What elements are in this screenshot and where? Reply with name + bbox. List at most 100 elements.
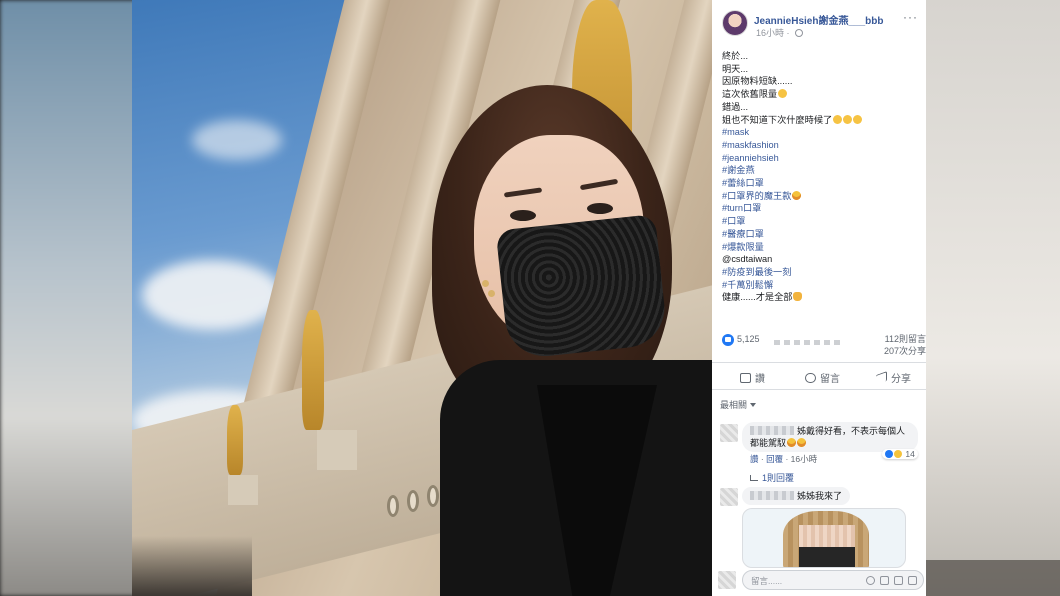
post-line-text: #jeanniehsieh <box>722 152 779 163</box>
camera-icon[interactable] <box>880 576 889 585</box>
hashtag-link[interactable]: #千萬別鬆懈 <box>722 279 922 292</box>
caret-down-icon <box>750 403 757 407</box>
post-header: JeannieHsieh謝金燕___bbb 16小時 · ··· <box>712 0 926 44</box>
comment-input[interactable]: 留言...... <box>742 570 924 590</box>
view-replies-label: 1則回覆 <box>762 473 795 483</box>
photo-statue <box>302 310 324 430</box>
comment-sort-dropdown[interactable]: 最相關 <box>720 398 757 411</box>
post-body: 終於... 明天... 因原物料短缺...... 這次依舊限量 錯過... 姐也不知道下次… <box>722 50 922 304</box>
comment-icon <box>805 373 816 383</box>
haha-reaction-icon <box>894 450 902 458</box>
commenter-name-blurred[interactable] <box>750 491 794 500</box>
comment-reactions[interactable]: 14 <box>882 449 918 459</box>
hashtag-link[interactable]: #turn口罩 <box>722 202 922 215</box>
comment-meta: 讚 · 回覆 · 16小時 <box>750 454 818 464</box>
post-line-text: #口罩界的魔王款 <box>722 190 792 201</box>
comment-button-label: 留言 <box>820 374 840 385</box>
comment-text-line1: 姊姊我來了 <box>797 491 843 501</box>
photo-wall-ornament <box>407 490 419 512</box>
monkey-emoji-icon <box>843 114 853 124</box>
comment-button[interactable]: 留言 <box>805 370 840 385</box>
post-text-line: 終於... <box>722 50 922 63</box>
sticker-icon[interactable] <box>908 576 917 585</box>
comment-sort-label: 最相關 <box>720 400 748 410</box>
comment-text-line1: 姊戴得好看，不表示每個人 <box>797 426 906 436</box>
hashtag-link[interactable]: #口罩界的魔王款 <box>722 190 922 203</box>
comment-like-link[interactable]: 讚 <box>750 454 759 464</box>
globe-icon <box>795 29 804 37</box>
post-text-line: 這次依舊限量 <box>722 88 922 101</box>
photo-cloud <box>192 120 282 160</box>
post-line-text: 明天... <box>722 63 749 74</box>
post-line-text: #謝金燕 <box>722 165 755 176</box>
hashtag-link[interactable]: #jeanniehsieh <box>722 152 922 165</box>
comment-photo[interactable] <box>742 508 906 568</box>
post-line-text: #防疫到最後一刻 <box>722 266 792 277</box>
commenter-avatar[interactable] <box>720 488 738 506</box>
author-avatar[interactable] <box>722 10 748 36</box>
person-earring <box>482 280 489 287</box>
emoji-icon[interactable] <box>866 576 875 585</box>
comment-bubble: 姊戴得好看，不表示每個人 都能駕馭 <box>742 422 918 452</box>
post-line-text: #mask <box>722 127 750 138</box>
photo-statue <box>227 405 243 475</box>
photo-pedestal <box>317 430 357 470</box>
blurred-background-right <box>925 0 1060 596</box>
post-text-line: 明天... <box>722 63 922 76</box>
share-button-label: 分享 <box>891 374 911 385</box>
like-reaction-icon <box>722 334 734 346</box>
comment-photo-mask <box>799 547 855 567</box>
like-button-label: 讚 <box>755 374 765 385</box>
blurred-names <box>774 340 844 345</box>
hashtag-link[interactable]: #謝金燕 <box>722 164 922 177</box>
more-options-icon[interactable]: ··· <box>903 10 918 24</box>
share-button[interactable]: 分享 <box>876 370 911 386</box>
like-count[interactable]: 5,125 <box>737 334 760 344</box>
post-line-text: #turn口罩 <box>722 203 762 214</box>
person-eye <box>510 210 536 221</box>
share-count[interactable]: 207次分享 <box>884 344 926 357</box>
post-line-text: 姐也不知道下次什麼時候了 <box>722 114 833 125</box>
hashtag-link[interactable]: #maskfashion <box>722 139 922 152</box>
gif-icon[interactable] <box>894 576 903 585</box>
comment-reply-link[interactable]: 回覆 <box>766 454 783 464</box>
viewer-avatar <box>718 571 736 589</box>
post-line-text: 終於... <box>722 51 749 61</box>
author-name[interactable]: JeannieHsieh謝金燕___bbb <box>754 12 883 27</box>
person-eye <box>587 203 613 214</box>
monkey-emoji-icon <box>778 89 788 99</box>
lace-mask <box>495 213 669 361</box>
post-line-text: #maskfashion <box>722 139 779 150</box>
post-line-text: #爆款限量 <box>722 241 764 252</box>
post-text-line: @csdtaiwan <box>722 253 922 266</box>
hashtag-link[interactable]: #爆款限量 <box>722 241 922 254</box>
view-replies-link[interactable]: 1則回覆 <box>750 471 794 484</box>
hashtag-link[interactable]: #口罩 <box>722 215 922 228</box>
hashtag-link[interactable]: #mask <box>722 126 922 139</box>
post-line-text: #醫療口罩 <box>722 228 764 239</box>
post-photo[interactable] <box>132 0 712 596</box>
post-line-text: #千萬別鬆懈 <box>722 279 774 290</box>
photo-pedestal <box>228 475 258 505</box>
post-actions: 讚 留言 分享 <box>712 362 926 390</box>
post-line-text: @csdtaiwan <box>722 254 773 265</box>
comment-reaction-count: 14 <box>905 449 915 459</box>
post-line-text: #蕾絲口罩 <box>722 178 764 189</box>
post-text-line: 錯過... <box>722 101 922 114</box>
composer-icons <box>861 576 917 587</box>
photo-cloud <box>142 260 282 330</box>
monkey-emoji-icon <box>833 114 843 124</box>
post-line-text: 錯過... <box>722 101 749 112</box>
commenter-avatar[interactable] <box>720 424 738 442</box>
commenter-name-blurred[interactable] <box>750 426 794 435</box>
like-button[interactable]: 讚 <box>740 370 765 385</box>
hashtag-link[interactable]: #醫療口罩 <box>722 228 922 241</box>
person-earring <box>488 290 495 297</box>
hashtag-link[interactable]: #防疫到最後一刻 <box>722 266 922 279</box>
laughing-emoji-icon <box>797 438 807 447</box>
hashtag-link[interactable]: #蕾絲口罩 <box>722 177 922 190</box>
laughing-emoji-icon <box>792 190 802 200</box>
comment-input-placeholder: 留言...... <box>751 576 783 586</box>
post-time[interactable]: 16小時 · <box>756 26 804 39</box>
monkey-emoji-icon <box>853 114 863 124</box>
